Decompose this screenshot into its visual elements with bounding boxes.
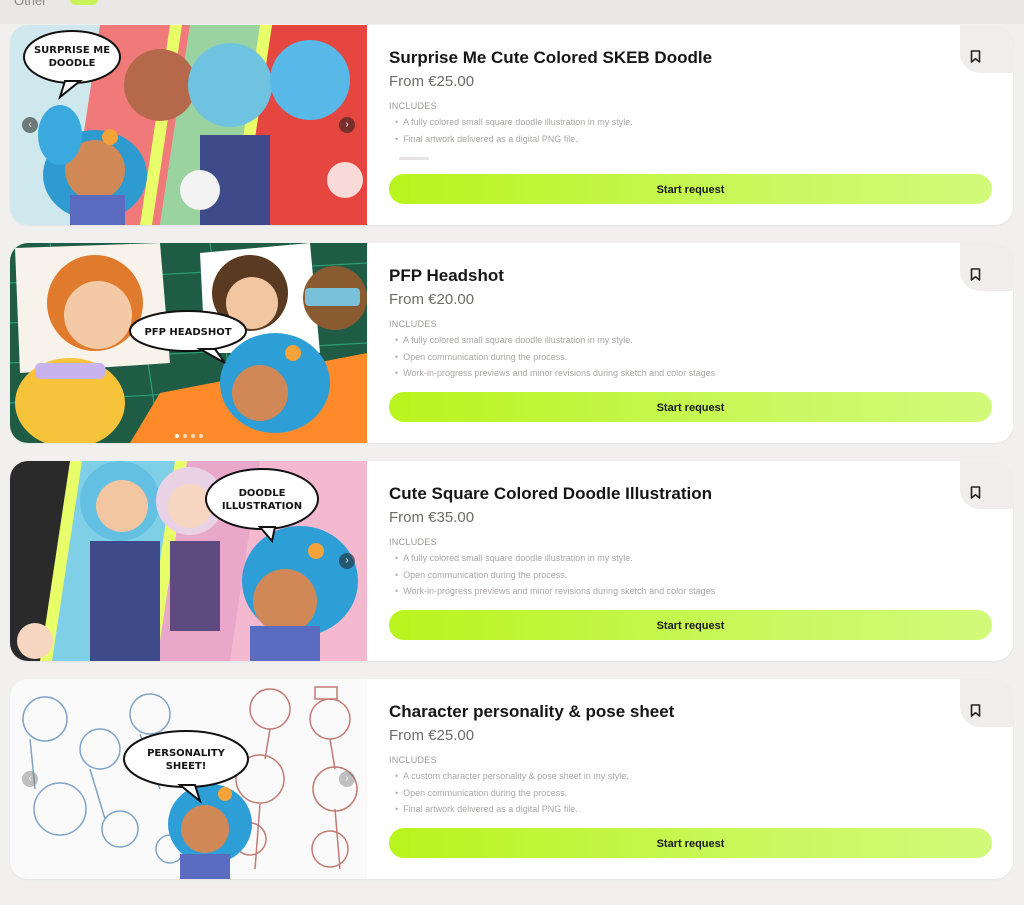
bubble-caption-1: DOODLE (239, 488, 286, 499)
includes-heading: INCLUDES (389, 537, 437, 547)
includes-item: A fully colored small square doodle illu… (395, 332, 715, 349)
start-request-button[interactable]: Start request (389, 392, 992, 422)
start-request-button[interactable]: Start request (389, 174, 992, 204)
service-price: From €20.00 (389, 291, 475, 308)
includes-item: Open communication during the process. (395, 567, 715, 584)
bookmark-icon (970, 704, 981, 717)
includes-item: Final artwork delivered as a digital PNG… (395, 801, 629, 818)
service-card: DOODLE ILLUSTRATION › Cute Square Colore… (10, 461, 1013, 661)
bookmark-icon (970, 268, 981, 281)
bookmark-button[interactable] (960, 461, 1013, 509)
carousel-dots (10, 434, 367, 438)
start-request-button[interactable]: Start request (389, 828, 992, 858)
includes-item: Open communication during the process. (395, 349, 715, 366)
bookmark-icon (970, 486, 981, 499)
service-card: SURPRISE ME DOODLE ‹ › Surprise Me Cute … (10, 25, 1013, 225)
service-title: Cute Square Colored Doodle Illustration (389, 484, 713, 503)
truncation-fade (399, 157, 429, 160)
includes-item: A fully colored small square doodle illu… (395, 550, 715, 567)
includes-item: Work-in-progress previews and minor revi… (395, 365, 715, 382)
service-image[interactable]: SURPRISE ME DOODLE ‹ › (10, 25, 367, 225)
service-card: PFP HEADSHOT PFP Headshot From €20.00 IN… (10, 243, 1013, 443)
chevron-left-icon[interactable]: ‹ (22, 117, 38, 133)
section-header: Other (0, 0, 1024, 24)
includes-heading: INCLUDES (389, 755, 437, 765)
chevron-right-icon[interactable]: › (339, 553, 355, 569)
service-card: PERSONALITY SHEET! ‹ › Character persona… (10, 679, 1013, 879)
chevron-right-icon[interactable]: › (339, 771, 355, 787)
bookmark-button[interactable] (960, 679, 1013, 727)
chevron-left-icon[interactable]: ‹ (22, 771, 38, 787)
includes-heading: INCLUDES (389, 101, 437, 111)
bookmark-button[interactable] (960, 243, 1013, 291)
includes-item: Open communication during the process. (395, 785, 629, 802)
service-title: Surprise Me Cute Colored SKEB Doodle (389, 48, 713, 67)
bookmark-icon (970, 50, 981, 63)
service-image[interactable]: PERSONALITY SHEET! ‹ › (10, 679, 367, 879)
service-price: From €35.00 (389, 509, 475, 526)
includes-item: Final artwork delivered as a digital PNG… (395, 131, 633, 148)
service-title: PFP Headshot (389, 266, 504, 285)
bubble-caption-2: SHEET! (166, 761, 207, 772)
includes-list: A fully colored small square doodle illu… (395, 550, 715, 600)
service-price: From €25.00 (389, 73, 475, 90)
service-price: From €25.00 (389, 727, 475, 744)
includes-list: A custom character personality & pose sh… (395, 768, 629, 818)
bookmark-button[interactable] (960, 25, 1013, 73)
includes-item: A custom character personality & pose sh… (395, 768, 629, 785)
includes-list: A fully colored small square doodle illu… (395, 332, 715, 382)
service-image[interactable]: PFP HEADSHOT (10, 243, 367, 443)
includes-item: Work-in-progress previews and minor revi… (395, 583, 715, 600)
includes-heading: INCLUDES (389, 319, 437, 329)
bubble-caption-1: PFP HEADSHOT (144, 327, 231, 338)
service-image[interactable]: DOODLE ILLUSTRATION › (10, 461, 367, 661)
includes-list: A fully colored small square doodle illu… (395, 114, 633, 147)
service-title: Character personality & pose sheet (389, 702, 675, 721)
section-label: Other (14, 0, 47, 8)
bubble-caption-1: SURPRISE ME (34, 45, 110, 56)
section-count-badge (70, 0, 98, 5)
bubble-caption-2: DOODLE (49, 58, 96, 69)
bubble-caption-2: ILLUSTRATION (222, 501, 302, 512)
start-request-button[interactable]: Start request (389, 610, 992, 640)
chevron-right-icon[interactable]: › (339, 117, 355, 133)
includes-item: A fully colored small square doodle illu… (395, 114, 633, 131)
bubble-caption-1: PERSONALITY (147, 748, 226, 759)
